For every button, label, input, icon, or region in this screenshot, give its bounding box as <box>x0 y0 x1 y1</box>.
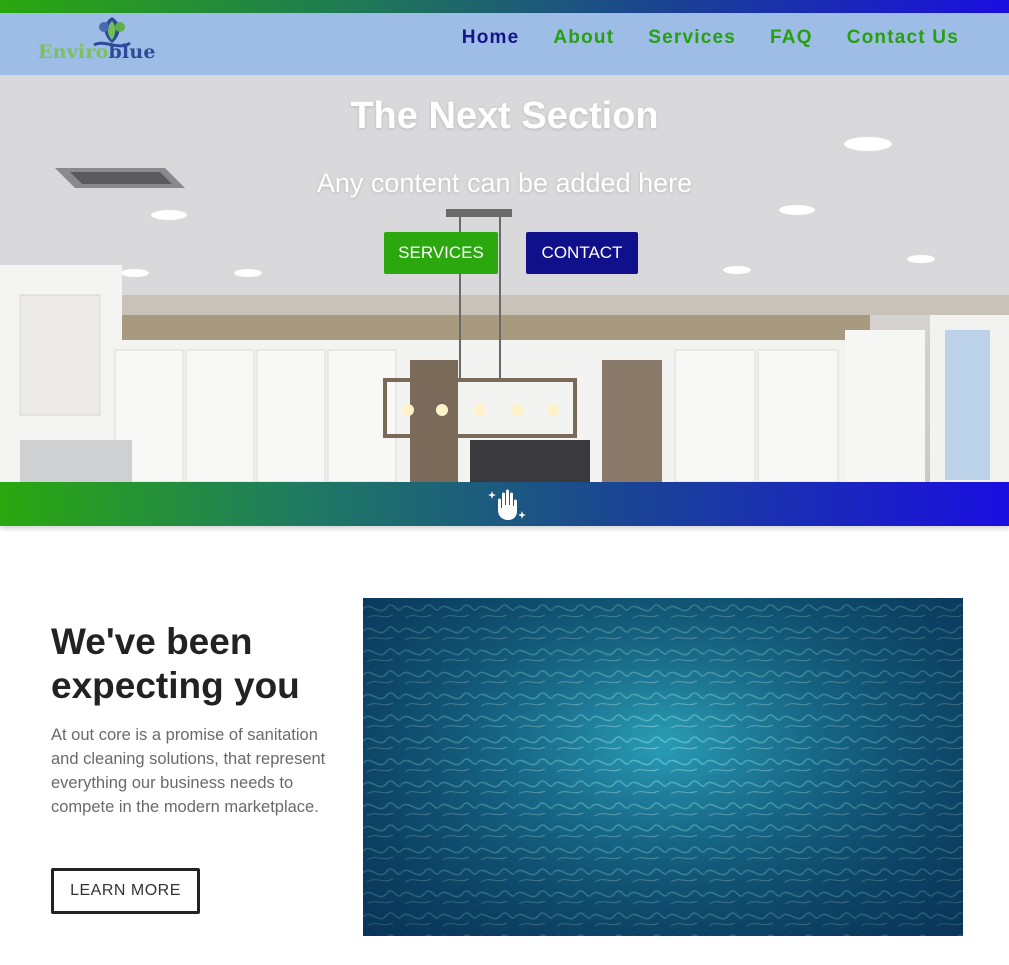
nav-services[interactable]: Services <box>648 27 736 49</box>
hero-section: The Next Section Any content can be adde… <box>0 75 1009 482</box>
logo[interactable]: Enviroblue <box>36 15 156 71</box>
nav-about[interactable]: About <box>553 27 614 49</box>
sparkle-hand-icon <box>488 489 526 520</box>
contact-button[interactable]: CONTACT <box>526 232 638 274</box>
navbar: Enviroblue Home About Services FAQ Conta… <box>0 13 1009 75</box>
top-gradient-strip <box>0 0 1009 13</box>
hero-title: The Next Section <box>350 95 659 137</box>
services-button[interactable]: SERVICES <box>384 232 498 274</box>
logo-text: Enviroblue <box>38 41 156 63</box>
water-ripples <box>363 598 963 936</box>
nav-faq[interactable]: FAQ <box>770 27 813 49</box>
nav-contact-us[interactable]: Contact Us <box>847 27 959 49</box>
main-nav: Home About Services FAQ Contact Us <box>462 27 959 49</box>
logo-text-green: Enviro <box>38 41 109 63</box>
logo-text-blue: blue <box>108 41 156 63</box>
learn-more-button[interactable]: LEARN MORE <box>51 868 200 914</box>
intro-text: At out core is a promise of sanitation a… <box>51 726 326 816</box>
intro-heading: We've been expecting you <box>51 621 300 706</box>
hero-subtitle: Any content can be added here <box>316 168 693 198</box>
gradient-band <box>0 482 1009 526</box>
water-image <box>363 598 963 936</box>
nav-home[interactable]: Home <box>462 27 520 49</box>
